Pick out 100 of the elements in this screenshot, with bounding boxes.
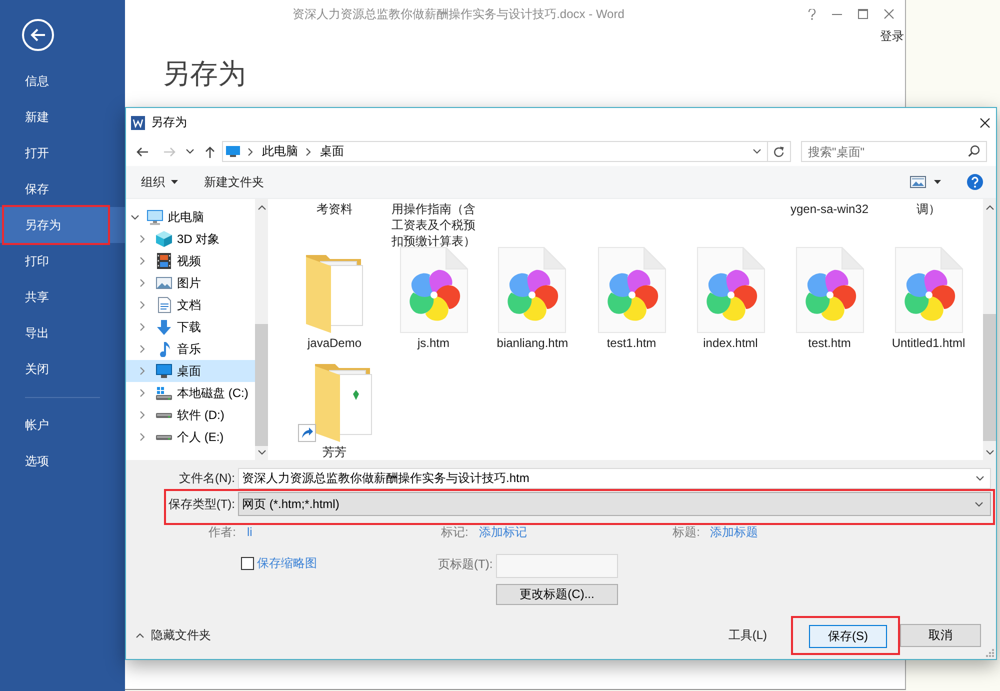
file-name-label: 考资料: [316, 201, 352, 217]
search-field[interactable]: 搜索"桌面": [801, 141, 987, 162]
tree-item[interactable]: 桌面: [126, 360, 255, 382]
tree-item[interactable]: 下载: [126, 316, 255, 338]
resize-grip-icon[interactable]: [985, 648, 994, 657]
tree-item[interactable]: 图片: [126, 272, 255, 294]
tree-item[interactable]: 文档: [126, 294, 255, 316]
up-arrow-icon[interactable]: [205, 146, 215, 158]
tree-item[interactable]: 3D 对象: [126, 228, 255, 250]
sidebar-item[interactable]: 保存: [0, 171, 125, 207]
help-icon[interactable]: [967, 174, 983, 190]
breadcrumb-item[interactable]: 桌面: [320, 143, 344, 160]
file-type-dropdown[interactable]: 网页 (*.htm;*.html): [238, 492, 991, 516]
file-item[interactable]: bianliang.htm: [496, 247, 568, 351]
sidebar-item[interactable]: 打开: [0, 135, 125, 171]
document-icon: [158, 297, 170, 313]
change-title-button[interactable]: 更改标题(C)...: [496, 584, 618, 605]
file-item[interactable]: test1.htm: [598, 247, 666, 351]
field-label: 作者:: [208, 525, 236, 539]
help-icon[interactable]: [808, 8, 816, 20]
file-item[interactable]: Untitled1.html: [892, 247, 966, 351]
file-item[interactable]: 芳芳: [298, 356, 372, 460]
tools-menu-button[interactable]: 工具(L): [728, 627, 767, 644]
metadata-link[interactable]: 添加标题: [710, 525, 758, 539]
file-name-label: 用操作指南（含 工资表及个税预 扣预缴计算表）: [392, 201, 476, 249]
sidebar-item[interactable]: 新建: [0, 99, 125, 135]
film-icon: [157, 253, 171, 269]
dropdown-caret-icon: [975, 502, 983, 506]
scroll-down-icon: [986, 450, 994, 455]
picture-icon: [156, 277, 172, 289]
maximize-icon[interactable]: [858, 9, 868, 19]
file-item[interactable]: js.htm: [400, 247, 468, 351]
sidebar-item[interactable]: 信息: [0, 63, 125, 99]
hide-folders-button[interactable]: 隐藏文件夹: [136, 627, 211, 644]
tree-item[interactable]: 此电脑: [126, 206, 255, 228]
computer-icon: [147, 209, 163, 225]
field-label: 页标题(T):: [438, 557, 493, 571]
sidebar-item[interactable]: 关闭: [0, 351, 125, 387]
tree-item[interactable]: 软件 (D:): [126, 404, 255, 426]
sidebar-item[interactable]: 打印: [0, 243, 125, 279]
chevron-right-icon: [248, 148, 253, 156]
caret-down-icon: [171, 180, 178, 184]
filename-field[interactable]: 资深人力资源总监教你做薪酬操作实务与设计技巧.htm: [238, 468, 991, 489]
sidebar-item[interactable]: 帐户: [0, 407, 125, 443]
new-folder-button[interactable]: 新建文件夹: [204, 174, 264, 190]
breadcrumb-item[interactable]: 此电脑: [262, 143, 298, 160]
file-item[interactable]: test.htm: [796, 247, 864, 351]
sidebar-item[interactable]: 选项: [0, 443, 125, 479]
web-page-icon: [498, 247, 566, 333]
scrollbar[interactable]: [255, 199, 268, 460]
sidebar-item[interactable]: 导出: [0, 315, 125, 351]
organize-button[interactable]: 组织: [141, 174, 178, 190]
scroll-up-icon: [258, 205, 266, 210]
checkbox[interactable]: [241, 556, 254, 570]
folder-icon: [306, 255, 363, 333]
cancel-button[interactable]: 取消: [900, 624, 981, 647]
sidebar-item[interactable]: 共享: [0, 279, 125, 315]
down-arrow-icon: [157, 320, 171, 334]
scrollbar[interactable]: [983, 199, 996, 460]
chevron-down-icon[interactable]: [186, 149, 194, 154]
music-note-icon: [158, 342, 170, 356]
file-item[interactable]: index.html: [696, 247, 764, 351]
close-icon[interactable]: [980, 118, 990, 128]
web-page-icon: [598, 247, 666, 333]
hard-drive-icon: [156, 434, 172, 440]
sidebar-item[interactable]: 另存为: [0, 207, 125, 243]
file-item[interactable]: javaDemo: [306, 247, 363, 351]
hard-drive-icon: [156, 386, 172, 400]
tree-item[interactable]: 视频: [126, 250, 255, 272]
monitor-icon: [226, 146, 240, 157]
page-title-field[interactable]: [496, 554, 618, 578]
desktop-icon: [156, 364, 172, 378]
search-icon[interactable]: [968, 145, 980, 157]
file-name-label: ygen-sa-win32: [790, 201, 869, 217]
web-page-icon: [796, 247, 864, 333]
dropdown-caret-icon[interactable]: [976, 476, 984, 481]
window-title: 资深人力资源总监教你做薪酬操作实务与设计技巧.docx - Word: [292, 6, 624, 20]
field-label: 标记:: [441, 525, 468, 539]
scrollbar-thumb[interactable]: [983, 314, 996, 441]
chevron-up-icon: [136, 633, 144, 638]
tree-item[interactable]: 本地磁盘 (C:): [126, 382, 255, 404]
web-page-icon: [696, 247, 764, 333]
view-options-icon[interactable]: [910, 176, 926, 188]
refresh-button[interactable]: [768, 141, 791, 162]
sign-in-link[interactable]: 登录: [880, 29, 904, 43]
save-button[interactable]: 保存(S): [809, 625, 887, 648]
cube-icon: [156, 231, 172, 247]
scrollbar-thumb[interactable]: [255, 324, 268, 446]
scroll-up-icon: [986, 205, 994, 210]
scroll-down-icon: [258, 450, 266, 455]
page-heading: 另存为: [162, 58, 246, 89]
tree-item[interactable]: 个人 (E:): [126, 426, 255, 448]
field-label: 文件名(N):: [179, 471, 235, 485]
tree-item[interactable]: 音乐: [126, 338, 255, 360]
back-arrow-icon[interactable]: [136, 146, 148, 156]
dialog-title: 另存为: [151, 114, 187, 131]
web-page-icon: [894, 247, 962, 333]
app-icon: [131, 116, 145, 130]
web-page-icon: [400, 247, 468, 333]
address-bar[interactable]: 此电脑 桌面: [222, 141, 768, 162]
